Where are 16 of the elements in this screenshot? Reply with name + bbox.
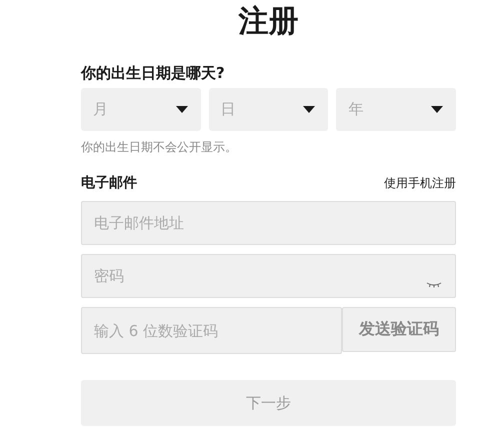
date-dropdown[interactable]: 日 [208, 88, 328, 131]
email-label: 电子邮件 [81, 174, 137, 192]
caret-icon [431, 106, 444, 113]
phone-signup-link[interactable]: 使用手机注册 [384, 174, 456, 192]
code-field[interactable]: 输入 6 位数验证码 [81, 307, 342, 354]
closed-eye-icon[interactable] [426, 282, 442, 288]
password-field[interactable]: 密码 [81, 254, 456, 298]
caret-icon [176, 106, 188, 113]
email-field[interactable]: 电子邮件地址 [81, 201, 456, 245]
send-code-button[interactable]: 发送验证码 [342, 307, 456, 352]
birthday-label: 你的出生日期是哪天? [81, 63, 226, 84]
caret-icon [303, 106, 316, 113]
birthday-hint: 你的出生日期不会公开显示。 [81, 139, 238, 156]
date-dropdown[interactable]: 年 [336, 88, 456, 131]
date-dropdown[interactable]: 月 [81, 88, 201, 131]
page-title: 注册 [238, 3, 300, 41]
